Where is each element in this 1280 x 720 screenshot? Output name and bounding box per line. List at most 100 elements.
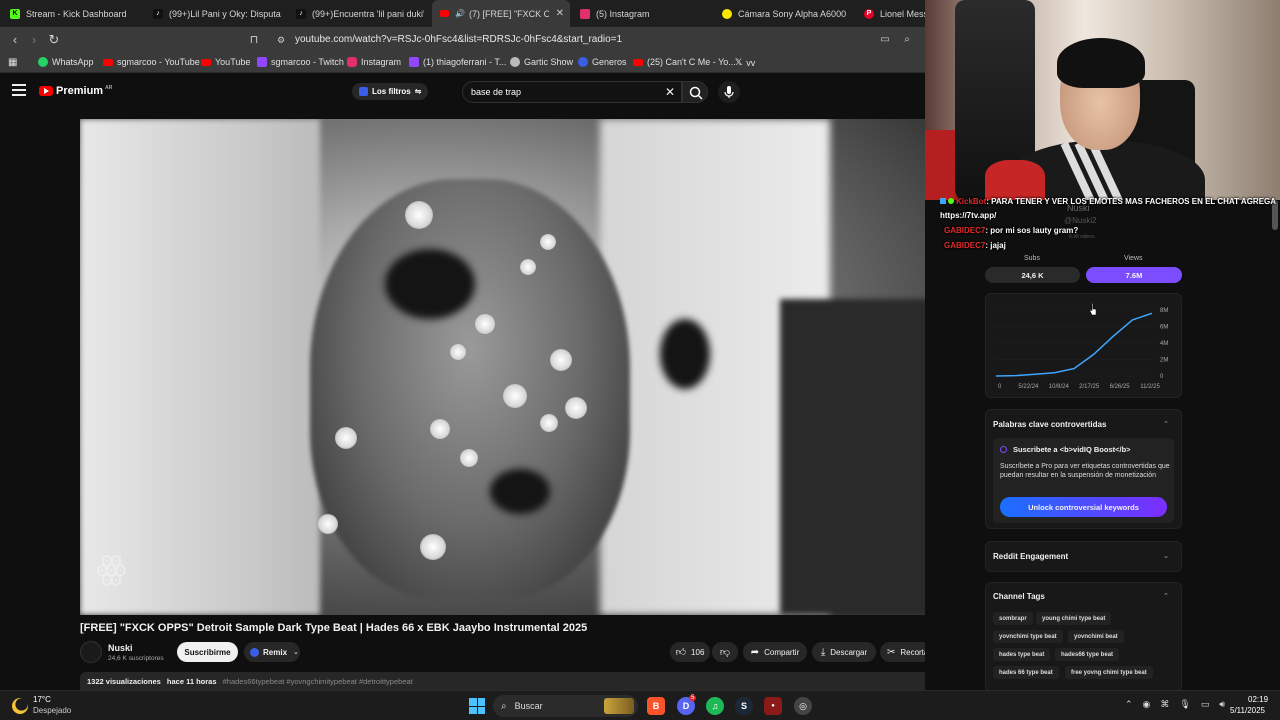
bookmark-youtube[interactable]: YouTube: [201, 57, 250, 67]
hamburger-menu-icon[interactable]: [12, 84, 26, 98]
channel-tag[interactable]: yovnchimi beat: [1068, 630, 1124, 643]
bookmarks-bar: ▦ WhatsApp sgmarcoo - YouTube YouTube sg…: [0, 53, 925, 73]
views-series-line: [995, 312, 1153, 377]
upload-time: hace 11 horas: [166, 677, 217, 686]
share-button[interactable]: ➦ Compartir: [743, 642, 807, 662]
hashtags[interactable]: #hades66typebeat #yovngchimitypebeat #de…: [223, 677, 413, 686]
views-line-chart: 8M 6M 4M 2M 0 0 5/22/24 10/8/24 2/17/25 6/26/25 11…: [994, 308, 1168, 390]
tab-tiktok-1[interactable]: ♪ (99+)Lil Pani y Oky: Disputa M...: [153, 0, 281, 27]
tab-pinterest[interactable]: P Lionel Messi: [864, 0, 925, 27]
chevron-up-icon[interactable]: ⌃: [1163, 592, 1169, 600]
taskbar-search[interactable]: ⌕ Buscar: [493, 695, 638, 717]
webcam-overlay: [925, 0, 1280, 200]
youtube-premium-logo[interactable]: Premium AR: [39, 85, 112, 97]
views-tab[interactable]: 7.6M: [1086, 267, 1182, 283]
clock-date[interactable]: 5/11/2025: [1230, 706, 1265, 715]
bookmark-whatsapp[interactable]: WhatsApp: [38, 57, 94, 67]
bookmark-thiagoferrani[interactable]: (1) thiagoferrani - T...: [409, 57, 506, 67]
display-icon[interactable]: ▭: [1201, 699, 1210, 710]
subscribe-button[interactable]: Suscribirme: [177, 642, 238, 662]
windows-start-icon[interactable]: [469, 698, 485, 714]
cast-icon[interactable]: ▭: [877, 32, 893, 48]
search-button[interactable]: [682, 81, 708, 103]
tab-tiktok-2[interactable]: ♪ (99+)Encuentra 'lil pani duki' e...: [296, 0, 424, 27]
channel-tag[interactable]: young chimi type beat: [1036, 612, 1112, 625]
chat-message: GABIDEC7: jajaj: [944, 241, 1006, 250]
tray-app-icon[interactable]: ◉: [1143, 699, 1151, 710]
voice-search-button[interactable]: [718, 81, 740, 103]
subs-tab[interactable]: 24,6 K: [985, 267, 1080, 283]
address-bar-row: ‹ › ↻ ⊓ ⚙ youtube.com/watch?v=RSJc-0hFsc…: [0, 27, 925, 53]
boost-title: Suscribete a <b>vidIQ Boost</b>: [1013, 445, 1131, 454]
bookmark-sgmarcoo-twitch[interactable]: sgmarcoo - Twitch: [257, 57, 344, 67]
video-title: [FREE] "FXCK OPPS" Detroit Sample Dark T…: [80, 622, 588, 634]
weather-description[interactable]: Despejado: [33, 706, 71, 715]
brave-browser-icon[interactable]: B: [647, 697, 665, 715]
bookmark-cant-c-me[interactable]: (25) Can't C Me - Yo...: [633, 57, 736, 67]
chevron-down-icon: ⌄: [293, 649, 299, 656]
channel-tag[interactable]: yovnchimi type beat: [993, 630, 1063, 643]
channel-tag[interactable]: hades type beat: [993, 648, 1051, 661]
whatsapp-icon: [38, 57, 48, 67]
channel-tag[interactable]: free yovng chimi type beat: [1065, 666, 1153, 679]
channel-avatar[interactable]: [80, 641, 102, 663]
channel-tag[interactable]: sombrapr: [993, 612, 1033, 625]
filters-chip[interactable]: Los filtros ⇋: [352, 83, 429, 100]
reddit-engagement-card[interactable]: Reddit Engagement ⌄: [985, 541, 1182, 572]
boost-description: Suscríbete a Pro para ver etiquetas cont…: [1000, 463, 1170, 479]
bookmark-sgmarcoo-youtube[interactable]: sgmarcoo - YouTube: [103, 57, 200, 67]
chevron-up-icon[interactable]: ⌃: [1163, 420, 1169, 428]
clock-time[interactable]: 02:19: [1248, 695, 1268, 704]
channel-tag[interactable]: hades 66 type beat: [993, 666, 1059, 679]
bookmark-generos[interactable]: Generos: [578, 57, 627, 67]
dislike-button[interactable]: 👎︎: [712, 642, 738, 662]
video-player[interactable]: ꙮ: [80, 119, 962, 615]
search-highlight-icon: [604, 698, 634, 714]
verified-badge-icon: [948, 198, 954, 204]
spotify-icon[interactable]: ♫: [706, 697, 724, 715]
tray-chevron-up-icon[interactable]: ⌃: [1125, 699, 1133, 710]
weather-moon-icon[interactable]: [12, 698, 28, 714]
network-icon[interactable]: ⌘: [1160, 699, 1169, 710]
description-box[interactable]: 1322 visualizaciones hace 11 horas #hade…: [80, 672, 962, 690]
search-input[interactable]: [471, 87, 651, 97]
bookmark-instagram[interactable]: Instagram: [347, 57, 401, 67]
microphone-icon[interactable]: 🎙︎: [1179, 699, 1190, 710]
gartic-icon: [510, 57, 520, 67]
site-info-icon[interactable]: ⚙: [273, 32, 289, 48]
channel-name[interactable]: Nuski: [108, 643, 133, 653]
steam-icon[interactable]: S: [735, 697, 753, 715]
tab-instagram[interactable]: (5) Instagram: [580, 0, 700, 27]
youtube-icon: [633, 58, 643, 66]
like-button[interactable]: 👍︎ 106: [670, 642, 710, 662]
back-icon[interactable]: ‹: [7, 32, 23, 48]
volume-icon[interactable]: 🔊︎: [1219, 699, 1225, 710]
bookmark-icon[interactable]: ⊓: [246, 32, 262, 48]
reload-icon[interactable]: ↻: [46, 32, 62, 48]
channel-tag[interactable]: hades66 type beat: [1055, 648, 1120, 661]
bookmark-x[interactable]: 𝕏vv: [735, 57, 755, 68]
apps-icon[interactable]: ▦: [8, 57, 17, 68]
share-icon: ➦: [750, 646, 760, 658]
url-field[interactable]: youtube.com/watch?v=RSJc-0hFsc4&list=RDR…: [295, 34, 622, 45]
mouse-cursor-icon: [1089, 303, 1097, 316]
unlock-keywords-button[interactable]: Unlock controversial keywords: [1000, 497, 1167, 517]
tab-mercadolibre[interactable]: Cámara Sony Alpha A6000 Sin...: [722, 0, 848, 27]
clear-search-icon[interactable]: ✕: [665, 85, 675, 99]
remix-button[interactable]: Remix ⌄: [244, 642, 300, 662]
obs-icon[interactable]: ●: [764, 697, 782, 715]
y-tick-label: 8M: [1160, 308, 1168, 314]
youtube-header: Premium AR Los filtros ⇋ ✕: [0, 74, 925, 110]
chrome-icon[interactable]: ◎: [794, 697, 812, 715]
forward-icon[interactable]: ›: [26, 32, 42, 48]
bookmark-gartic-show[interactable]: Gartic Show: [510, 57, 573, 67]
instagram-icon: [347, 57, 357, 67]
tab-label: (99+)Encuentra 'lil pani duki' e...: [312, 8, 424, 19]
chevron-down-icon[interactable]: ⌄: [1163, 552, 1169, 560]
close-tab-icon[interactable]: ✕: [550, 8, 570, 19]
tab-youtube-active[interactable]: 🔊 (7) [FREE] "FXCK OPPS" ✕: [432, 0, 570, 27]
tab-kick-dashboard[interactable]: K Stream - Kick Dashboard: [10, 0, 140, 27]
weather-temperature[interactable]: 17°C: [33, 695, 51, 704]
download-button[interactable]: ⤓ Descargar: [812, 642, 876, 662]
zoom-icon[interactable]: ⌕: [899, 32, 915, 48]
